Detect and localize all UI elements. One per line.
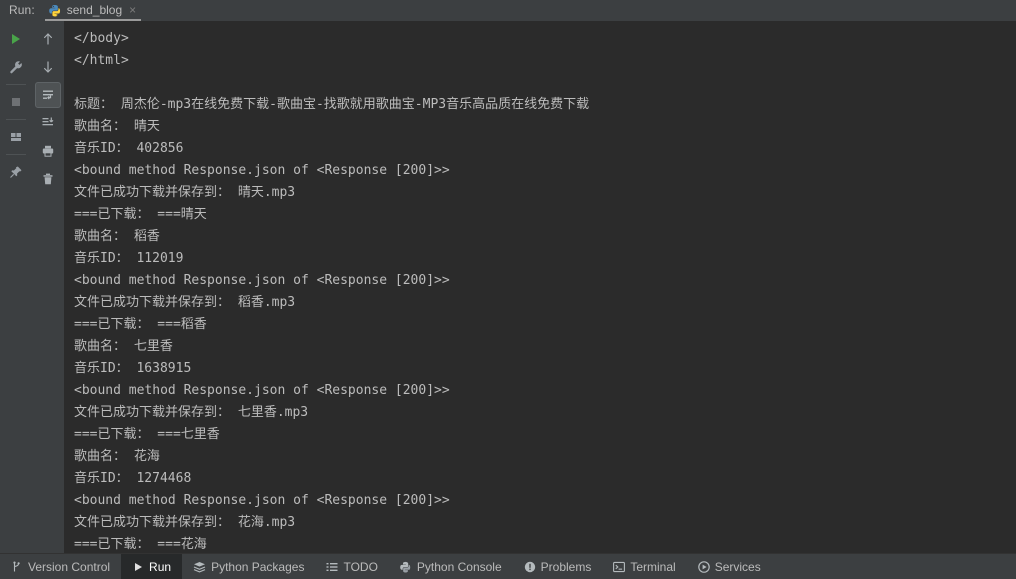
- layout-button[interactable]: [3, 124, 29, 150]
- packages-icon: [193, 561, 206, 573]
- console-line: <bound method Response.json of <Response…: [74, 383, 450, 398]
- list-icon: [326, 561, 338, 573]
- rerun-button[interactable]: [3, 26, 29, 52]
- console-line: 文件已成功下载并保存到： 花海.mp3: [74, 515, 296, 530]
- status-run[interactable]: Run: [121, 554, 183, 579]
- scroll-to-end-button[interactable]: [35, 110, 61, 136]
- console-line: 文件已成功下载并保存到： 稻香.mp3: [74, 295, 296, 310]
- run-tool-window: Run: send_blog × </body> </html> 标题： 周杰伦…: [0, 0, 1016, 579]
- arrow-down-icon: [41, 60, 55, 74]
- status-python-packages[interactable]: Python Packages: [182, 554, 315, 579]
- console-line: 歌曲名： 花海: [74, 449, 160, 464]
- status-item-label: Problems: [540, 559, 592, 574]
- status-item-label: Python Packages: [211, 559, 305, 574]
- python-small-icon: [400, 561, 412, 573]
- console-line: <bound method Response.json of <Response…: [74, 273, 450, 288]
- console-line: 标题： 周杰伦-mp3在线免费下载-歌曲宝-找歌就用歌曲宝-MP3音乐高品质在线…: [74, 97, 590, 112]
- python-icon: [48, 4, 62, 17]
- wrench-icon: [9, 60, 23, 74]
- pin-tab-button[interactable]: [3, 159, 29, 185]
- close-icon[interactable]: ×: [127, 0, 136, 21]
- status-services[interactable]: Services: [687, 554, 772, 579]
- console-line: 歌曲名： 稻香: [74, 229, 160, 244]
- trash-icon: [41, 172, 55, 186]
- console-line: 歌曲名： 七里香: [74, 339, 173, 354]
- console-line: 音乐ID： 1638915: [74, 361, 192, 376]
- up-the-stack-button[interactable]: [35, 26, 61, 52]
- console-line: ===已下载： ===稻香: [74, 317, 207, 332]
- run-body: </body> </html> 标题： 周杰伦-mp3在线免费下载-歌曲宝-找歌就用…: [0, 21, 1016, 553]
- warning-icon: [524, 561, 536, 573]
- status-item-label: Services: [714, 559, 761, 574]
- layout-icon: [9, 130, 23, 144]
- console-line: </body>: [74, 31, 129, 46]
- console-line: 音乐ID： 402856: [74, 141, 184, 156]
- status-item-label: TODO: [343, 559, 378, 574]
- clear-all-button[interactable]: [35, 166, 61, 192]
- console-line: ===已下载： ===花海: [74, 537, 207, 552]
- print-button[interactable]: [35, 138, 61, 164]
- pin-icon: [9, 165, 23, 179]
- console-output[interactable]: </body> </html> 标题： 周杰伦-mp3在线免费下载-歌曲宝-找歌就用…: [64, 21, 1016, 553]
- console-line: <bound method Response.json of <Response…: [74, 493, 450, 508]
- printer-icon: [41, 144, 55, 158]
- play-icon: [9, 32, 23, 46]
- run-window-label: Run:: [9, 3, 35, 17]
- play-small-icon: [132, 561, 144, 573]
- tab-active-underline: [44, 19, 142, 21]
- run-header-bar: Run: send_blog ×: [0, 0, 1016, 21]
- toolbar-divider: [6, 84, 26, 85]
- arrow-up-icon: [41, 32, 55, 46]
- stop-icon: [9, 95, 23, 109]
- run-left-toolbar: [0, 21, 32, 553]
- toolbar-divider: [6, 119, 26, 120]
- console-line: 歌曲名： 晴天: [74, 119, 160, 134]
- services-icon: [697, 560, 710, 573]
- console-line: <bound method Response.json of <Response…: [74, 163, 450, 178]
- status-python-console[interactable]: Python Console: [389, 554, 513, 579]
- console-line: 文件已成功下载并保存到： 晴天.mp3: [74, 185, 296, 200]
- status-todo[interactable]: TODO: [315, 554, 388, 579]
- status-item-label: Terminal: [630, 559, 676, 574]
- run-secondary-toolbar: [32, 21, 64, 553]
- soft-wrap-icon: [41, 88, 55, 102]
- console-line: 音乐ID： 1274468: [74, 471, 192, 486]
- console-line: </html>: [74, 53, 129, 68]
- terminal-icon: [613, 561, 626, 573]
- stop-button[interactable]: [3, 89, 29, 115]
- debug-settings-button[interactable]: [3, 54, 29, 80]
- branch-icon: [11, 561, 23, 573]
- status-bar: Version Control Run Python Packages TODO Pyt…: [0, 553, 1016, 579]
- scroll-to-end-icon: [41, 116, 55, 130]
- status-item-label: Python Console: [416, 559, 502, 574]
- status-terminal[interactable]: Terminal: [602, 554, 686, 579]
- run-tab-send-blog[interactable]: send_blog ×: [42, 0, 144, 21]
- console-line: ===已下载： ===晴天: [74, 207, 207, 222]
- status-problems[interactable]: Problems: [513, 554, 603, 579]
- status-item-label: Run: [149, 559, 172, 574]
- down-the-stack-button[interactable]: [35, 54, 61, 80]
- console-line: 音乐ID： 112019: [74, 251, 184, 266]
- status-item-label: Version Control: [28, 559, 111, 574]
- status-version-control[interactable]: Version Control: [0, 554, 121, 579]
- toolbar-divider: [6, 154, 26, 155]
- console-line: 文件已成功下载并保存到： 七里香.mp3: [74, 405, 309, 420]
- run-tab-title: send_blog: [66, 3, 123, 17]
- soft-wrap-button[interactable]: [35, 82, 61, 108]
- console-line: ===已下载： ===七里香: [74, 427, 220, 442]
